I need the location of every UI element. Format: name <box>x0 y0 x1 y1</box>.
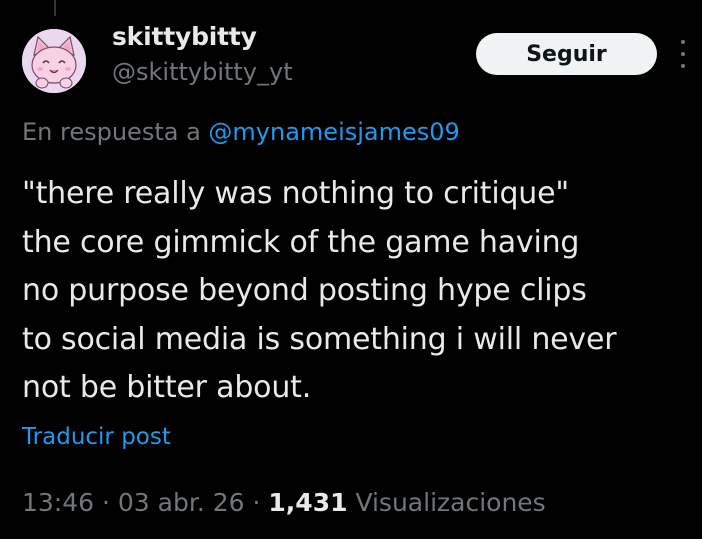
post-date[interactable]: 03 abr. 26 <box>118 488 245 517</box>
reply-prefix: En respuesta a <box>22 118 201 146</box>
more-dot <box>681 52 685 56</box>
author-display-name[interactable]: skittybitty <box>112 22 257 51</box>
meta-separator: · <box>102 488 110 517</box>
cat-avatar-icon <box>22 29 86 93</box>
avatar[interactable] <box>22 29 86 93</box>
meta-separator: · <box>252 488 261 517</box>
more-dot <box>681 64 685 68</box>
tweet-text: "there really was nothing to critique" t… <box>22 170 692 413</box>
post-time[interactable]: 13:46 <box>22 488 94 517</box>
more-dot <box>681 40 685 44</box>
views-count[interactable]: 1,431 <box>268 488 347 517</box>
tweet-text-line: "there really was nothing to critique" <box>22 176 569 211</box>
author-handle[interactable]: @skittybitty_yt <box>112 58 293 86</box>
tweet-text-line: no purpose beyond posting hype clips <box>22 273 587 308</box>
tweet-text-line: to social media is something i will neve… <box>22 321 617 357</box>
more-vertical-icon[interactable] <box>676 40 690 68</box>
tweet-text-line: the core gimmick of the game having <box>22 224 580 260</box>
reply-mention-link[interactable]: @mynameisjames09 <box>208 118 459 146</box>
thread-connector-line <box>54 0 56 16</box>
views-label: Visualizaciones <box>355 488 546 517</box>
reply-context: En respuesta a @mynameisjames09 <box>22 118 460 146</box>
post-metadata: 13:46 · 03 abr. 26 · 1,431 Visualizacion… <box>22 488 546 517</box>
translate-post-link[interactable]: Traducir post <box>22 424 171 450</box>
tweet-text-line: not be bitter about. <box>22 370 312 405</box>
follow-button[interactable]: Seguir <box>476 33 657 75</box>
